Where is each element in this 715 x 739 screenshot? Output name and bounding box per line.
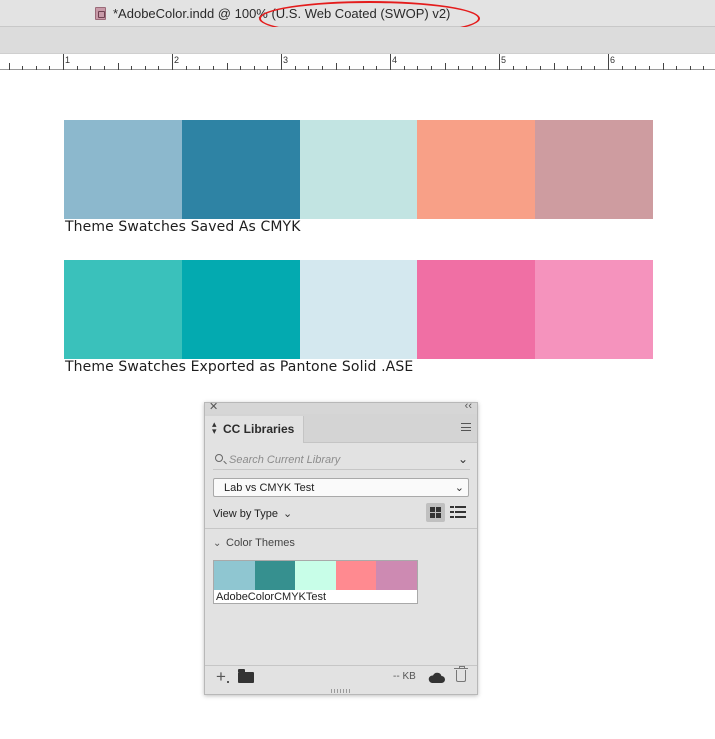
theme-color [254, 561, 296, 590]
theme-color [335, 561, 377, 590]
panel-footer: + -- KB [205, 665, 477, 687]
list-view-icon[interactable] [450, 504, 466, 520]
panel-tab-row: ▴ ▾ CC Libraries [205, 414, 477, 443]
trash-icon[interactable] [454, 666, 468, 682]
swatch[interactable] [299, 260, 418, 359]
chevron-down-icon[interactable]: ⌄ [213, 538, 221, 549]
ruler-label: 6 [610, 55, 616, 65]
swatch-row-caption[interactable]: Theme Swatches Exported as Pantone Solid… [65, 359, 413, 375]
library-search: ⌄ [213, 450, 470, 470]
theme-color-strip [214, 561, 417, 590]
resize-grip[interactable] [331, 689, 351, 693]
color-theme-card[interactable]: AdobeColorCMYKTest [213, 560, 418, 604]
tab-cc-libraries[interactable]: ▴ ▾ CC Libraries [205, 416, 304, 443]
panel-title-strip[interactable]: ✕ ‹‹ [205, 400, 477, 414]
document-tab-title: *AdobeColor.indd @ 100% (U.S. Web Coated… [113, 6, 451, 21]
swatch[interactable] [535, 260, 653, 359]
control-strip [0, 27, 715, 54]
indesign-doc-icon [95, 7, 106, 20]
swatch[interactable] [417, 260, 536, 359]
swatch[interactable] [535, 120, 653, 219]
plus-icon[interactable]: + [216, 668, 226, 685]
swatch[interactable] [417, 120, 536, 219]
panel-menu-icon[interactable] [461, 423, 471, 431]
cmyk-swatch-row [64, 120, 653, 219]
swatch[interactable] [64, 260, 182, 359]
swatch[interactable] [181, 260, 300, 359]
grid-view-icon[interactable] [426, 503, 445, 522]
ruler-label: 1 [65, 55, 71, 65]
cloud-icon[interactable] [428, 672, 445, 683]
pantone-swatch-row [64, 260, 653, 359]
swatch[interactable] [64, 120, 182, 219]
chevron-down-icon: ⌄ [454, 482, 464, 494]
tab-label: CC Libraries [223, 422, 295, 436]
document-tab-bar: *AdobeColor.indd @ 100% (U.S. Web Coated… [0, 0, 715, 36]
ruler-label: 5 [501, 55, 507, 65]
collapse-icon[interactable]: ‹‹ [465, 400, 472, 412]
cc-libraries-panel: ✕ ‹‹ ▴▾ CC Libraries ⌄ Lab vs CMYK Test … [204, 400, 478, 695]
ruler-ticks [9, 54, 704, 70]
chevron-down-icon[interactable]: ⌄ [458, 452, 468, 466]
search-icon [215, 454, 223, 462]
storage-label: -- KB [393, 671, 416, 682]
plus-menu-dot [227, 681, 229, 683]
search-input[interactable] [229, 452, 449, 467]
document-tab[interactable]: *AdobeColor.indd @ 100% (U.S. Web Coated… [0, 0, 600, 27]
ruler-label: 2 [174, 55, 180, 65]
swatch[interactable] [299, 120, 418, 219]
theme-color [376, 561, 417, 590]
swatch-row-caption[interactable]: Theme Swatches Saved As CMYK [65, 219, 300, 235]
ruler-label: 3 [283, 55, 289, 65]
view-by-dropdown[interactable]: View by Type [213, 508, 278, 520]
library-select-value: Lab vs CMYK Test [224, 482, 315, 494]
chevron-down-icon[interactable]: ⌄ [283, 507, 292, 520]
section-color-themes[interactable]: Color Themes [226, 537, 295, 549]
theme-color [295, 561, 336, 590]
close-icon[interactable]: ✕ [209, 400, 218, 413]
tab-arrows-icon: ▴ ▾ [212, 419, 217, 436]
folder-icon[interactable] [238, 669, 254, 683]
panel-divider [205, 528, 477, 529]
theme-name: AdobeColorCMYKTest [216, 591, 327, 603]
swatch[interactable] [181, 120, 300, 219]
horizontal-ruler[interactable]: 1 2 3 4 5 6 [0, 54, 715, 70]
library-select[interactable]: Lab vs CMYK Test ⌄ [213, 478, 469, 497]
ruler-label: 4 [392, 55, 398, 65]
theme-color [214, 561, 255, 590]
